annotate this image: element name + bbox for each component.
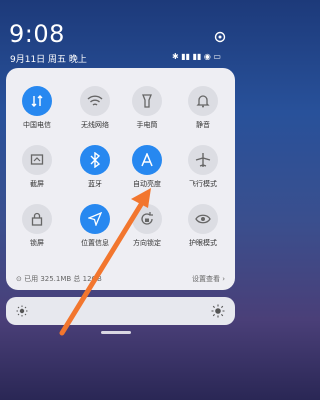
screenshot-icon (22, 145, 52, 175)
data-icon (22, 86, 52, 116)
tile-label: 中国电信 (23, 121, 51, 129)
eye-icon (188, 204, 218, 234)
tile-silent[interactable]: 静音 (181, 86, 225, 130)
tile-lock-screen[interactable]: 锁屏 (15, 204, 59, 248)
tile-label: 静音 (196, 121, 210, 129)
tile-auto-brightness[interactable]: 自动亮度 (125, 145, 169, 189)
settings-gear-icon[interactable] (213, 30, 227, 44)
brightness-slider[interactable] (6, 297, 235, 325)
tile-label: 方向锁定 (133, 239, 161, 247)
rotation-lock-icon (132, 204, 162, 234)
auto-brightness-icon (132, 145, 162, 175)
date-text: 9月11日 周五 晚上 (10, 55, 87, 65)
tile-label: 锁屏 (30, 239, 44, 247)
tile-label: 自动亮度 (133, 180, 161, 188)
tile-label: 截屏 (30, 180, 44, 188)
tile-bluetooth[interactable]: 蓝牙 (73, 145, 117, 189)
location-icon (80, 204, 110, 234)
storage-bar: ⊙ 已用 325.1MB 总 12GB 设置查看 › (6, 270, 235, 286)
tile-screenshot[interactable]: 截屏 (15, 145, 59, 189)
brightness-low-icon (16, 305, 28, 317)
status-icons: ✱ ▮▮ ▮▮ ◉ ▭ (171, 52, 221, 61)
tile-label: 飞行模式 (189, 180, 217, 188)
tile-eye-care[interactable]: 护眼模式 (181, 204, 225, 248)
tile-label: 护眼模式 (189, 239, 217, 247)
tile-label: 位置信息 (81, 239, 109, 247)
lock-icon (22, 204, 52, 234)
tile-wifi[interactable]: 无线网络 (73, 86, 117, 130)
tile-mobile-data[interactable]: 中国电信 (15, 86, 59, 130)
wifi-icon (80, 86, 110, 116)
tile-location[interactable]: 位置信息 (73, 204, 117, 248)
tile-rotation-lock[interactable]: 方向锁定 (125, 204, 169, 248)
bluetooth-icon (80, 145, 110, 175)
tile-label: 手电筒 (136, 121, 158, 129)
drag-handle[interactable] (101, 331, 131, 334)
tile-flashlight[interactable]: 手电筒 (125, 86, 169, 130)
tile-label: 蓝牙 (88, 180, 102, 188)
clock-time: 9:08 (9, 20, 65, 48)
brightness-high-icon (211, 304, 225, 318)
tile-airplane[interactable]: 飞行模式 (181, 145, 225, 189)
flashlight-icon (132, 86, 162, 116)
tile-label: 无线网络 (81, 121, 109, 129)
bell-icon (188, 86, 218, 116)
airplane-icon (188, 145, 218, 175)
storage-settings-link[interactable]: 设置查看 › (192, 274, 225, 284)
storage-usage-text: ⊙ 已用 325.1MB 总 12GB (16, 275, 102, 283)
status-bar: 9:08 9月11日 周五 晚上 ✱ ▮▮ ▮▮ ◉ ▭ (0, 0, 241, 70)
